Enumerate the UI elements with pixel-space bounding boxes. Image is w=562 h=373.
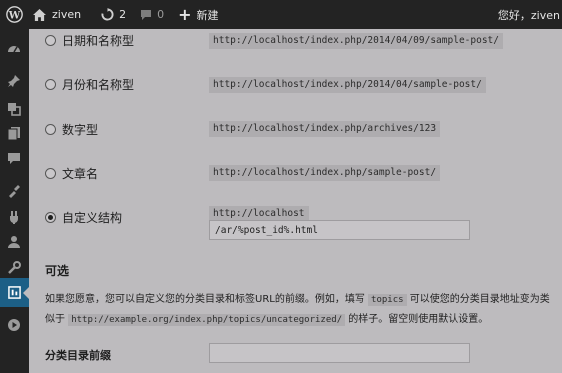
plus-icon: + xyxy=(178,4,192,24)
updates-link[interactable]: 2 xyxy=(101,0,126,29)
example-url: http://localhost/index.php/sample-post/ xyxy=(209,165,441,181)
radio-day-name[interactable] xyxy=(45,35,56,46)
pin-icon[interactable] xyxy=(6,73,22,89)
tools-icon[interactable] xyxy=(6,260,22,276)
play-icon[interactable] xyxy=(6,317,22,333)
option-post-name[interactable]: 文章名 xyxy=(45,165,98,182)
example-url: http://localhost/index.php/2014/04/09/sa… xyxy=(209,33,503,49)
site-name-link[interactable]: ziven xyxy=(33,0,81,29)
option-label: 数字型 xyxy=(62,123,99,137)
category-base-label: 分类目录前缀 xyxy=(45,349,111,362)
permalink-settings: 日期和名称型 http://localhost/index.php/2014/0… xyxy=(29,29,562,373)
account-greeting: 您好，ziven xyxy=(497,8,560,22)
new-label: 新建 xyxy=(196,8,219,22)
custom-structure-input[interactable]: /ar/%post_id%.html xyxy=(209,220,470,240)
comments-icon[interactable] xyxy=(6,151,22,167)
admin-sidebar xyxy=(0,29,29,373)
updates-count: 2 xyxy=(119,8,127,21)
radio-post-name[interactable] xyxy=(45,168,56,179)
option-custom-structure[interactable]: 自定义结构 xyxy=(45,209,122,226)
option-label: 月份和名称型 xyxy=(62,78,135,92)
example-url: http://localhost/index.php/archives/123 xyxy=(209,121,441,137)
wordpress-logo-icon[interactable]: W xyxy=(0,0,29,29)
svg-text:W: W xyxy=(8,9,21,21)
admin-bar: W ziven 2 0 + 新建 您好，ziven xyxy=(0,0,562,29)
desc-code-example-url: http://example.org/index.php/topics/unca… xyxy=(68,314,346,326)
new-content-link[interactable]: + 新建 xyxy=(178,0,218,29)
settings-menu-item[interactable] xyxy=(0,278,29,307)
option-day-name[interactable]: 日期和名称型 xyxy=(45,32,134,49)
radio-numeric[interactable] xyxy=(45,124,56,135)
radio-custom-structure[interactable] xyxy=(45,212,56,223)
site-name: ziven xyxy=(52,8,82,21)
settings-icon xyxy=(8,286,21,299)
my-account-link[interactable]: 您好，ziven xyxy=(498,0,562,29)
option-month-name[interactable]: 月份和名称型 xyxy=(45,76,134,93)
example-url: http://localhost/index.php/2014/04/sampl… xyxy=(209,77,486,93)
dashboard-icon[interactable] xyxy=(6,41,22,57)
category-base-input[interactable] xyxy=(209,343,470,363)
optional-description: 如果您愿意，您可以自定义您的分类目录和标签URL的前缀。例如，填写 topics… xyxy=(45,290,557,330)
option-label: 文章名 xyxy=(62,167,99,181)
comment-icon xyxy=(141,9,152,20)
pages-icon[interactable] xyxy=(6,125,22,141)
appearance-icon[interactable] xyxy=(6,183,22,199)
users-icon[interactable] xyxy=(6,234,22,250)
comments-link[interactable]: 0 xyxy=(140,0,164,29)
desc-text-3: 的样子。留空则使用默认设置。 xyxy=(345,314,489,325)
option-numeric[interactable]: 数字型 xyxy=(45,121,98,138)
media-icon[interactable] xyxy=(6,101,22,117)
comments-count: 0 xyxy=(157,8,165,21)
option-label: 自定义结构 xyxy=(62,211,123,225)
plugins-icon[interactable] xyxy=(6,209,22,225)
radio-month-name[interactable] xyxy=(45,79,56,90)
optional-heading: 可选 xyxy=(45,264,70,278)
home-icon xyxy=(33,8,46,21)
desc-code-topics: topics xyxy=(368,294,407,306)
desc-text-1: 如果您愿意，您可以自定义您的分类目录和标签URL的前缀。例如，填写 xyxy=(45,294,369,305)
refresh-icon xyxy=(101,8,114,21)
option-label: 日期和名称型 xyxy=(62,34,135,48)
